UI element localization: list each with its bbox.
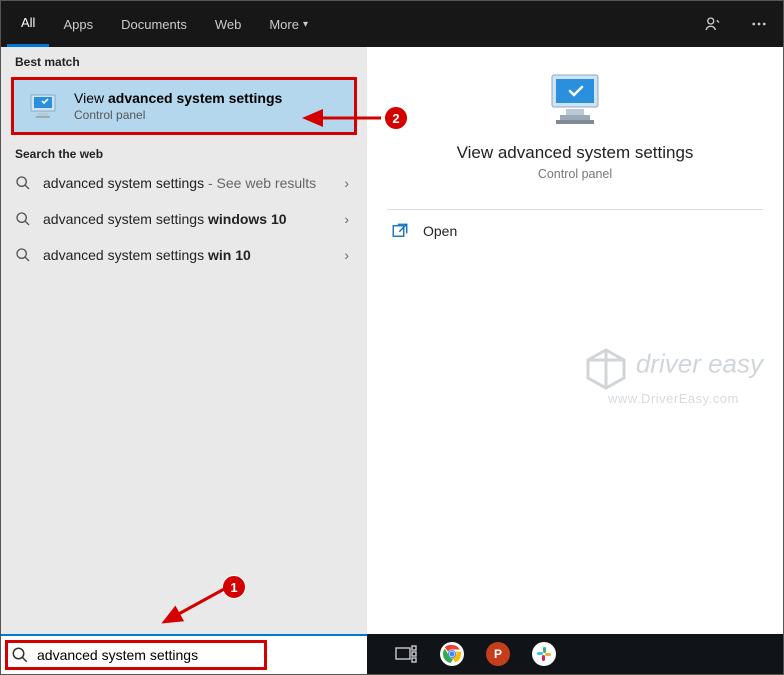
- tab-documents[interactable]: Documents: [107, 1, 201, 47]
- best-match-result[interactable]: View advanced system settings Control pa…: [11, 77, 357, 135]
- tab-all[interactable]: All: [7, 1, 49, 47]
- taskbar-app-slack[interactable]: [521, 634, 567, 674]
- web-result-3-label: advanced system settings win 10: [43, 247, 328, 263]
- chevron-right-icon[interactable]: ›: [340, 175, 353, 191]
- tab-more[interactable]: More ▾: [255, 1, 322, 47]
- open-icon: [391, 222, 409, 240]
- best-match-title-pre: View: [74, 90, 108, 106]
- taskbar: P: [1, 634, 783, 674]
- search-filter-tabs: All Apps Documents Web More ▾: [1, 1, 783, 47]
- search-icon: [15, 175, 31, 191]
- more-options-icon[interactable]: [741, 1, 777, 47]
- tab-more-label: More: [269, 17, 299, 32]
- search-web-header: Search the web: [1, 139, 367, 165]
- detail-panel: View advanced system settings Control pa…: [367, 47, 783, 634]
- search-input[interactable]: [37, 636, 357, 674]
- open-label: Open: [423, 223, 457, 239]
- search-icon: [15, 211, 31, 227]
- watermark: driver easy www.DriverEasy.com: [584, 347, 763, 406]
- search-icon: [11, 646, 29, 664]
- open-action[interactable]: Open: [367, 210, 783, 252]
- detail-title: View advanced system settings: [367, 143, 783, 163]
- detail-app-icon: [367, 71, 783, 131]
- taskbar-search[interactable]: [1, 634, 367, 674]
- web-result-2[interactable]: advanced system settings windows 10 ›: [1, 201, 367, 237]
- best-match-title: View advanced system settings: [74, 90, 282, 106]
- best-match-subtitle: Control panel: [74, 108, 282, 122]
- tab-web[interactable]: Web: [201, 1, 256, 47]
- best-match-header: Best match: [1, 47, 367, 73]
- detail-subtitle: Control panel: [367, 167, 783, 181]
- web-result-2-label: advanced system settings windows 10: [43, 211, 328, 227]
- chevron-down-icon: ▾: [303, 19, 308, 30]
- web-result-1-label: advanced system settings - See web resul…: [43, 175, 328, 191]
- task-view-icon[interactable]: [383, 634, 429, 674]
- feedback-icon[interactable]: [695, 1, 731, 47]
- chevron-right-icon[interactable]: ›: [340, 247, 353, 263]
- chevron-right-icon[interactable]: ›: [340, 211, 353, 227]
- tab-apps[interactable]: Apps: [49, 1, 107, 47]
- web-result-3[interactable]: advanced system settings win 10 ›: [1, 237, 367, 273]
- taskbar-app-chrome[interactable]: [429, 634, 475, 674]
- best-match-title-bold: advanced system settings: [108, 90, 282, 106]
- taskbar-app-powerpoint[interactable]: P: [475, 634, 521, 674]
- control-panel-icon: [28, 93, 62, 119]
- search-icon: [15, 247, 31, 263]
- results-panel: Best match View advanced system settings…: [1, 47, 367, 634]
- web-result-1[interactable]: advanced system settings - See web resul…: [1, 165, 367, 201]
